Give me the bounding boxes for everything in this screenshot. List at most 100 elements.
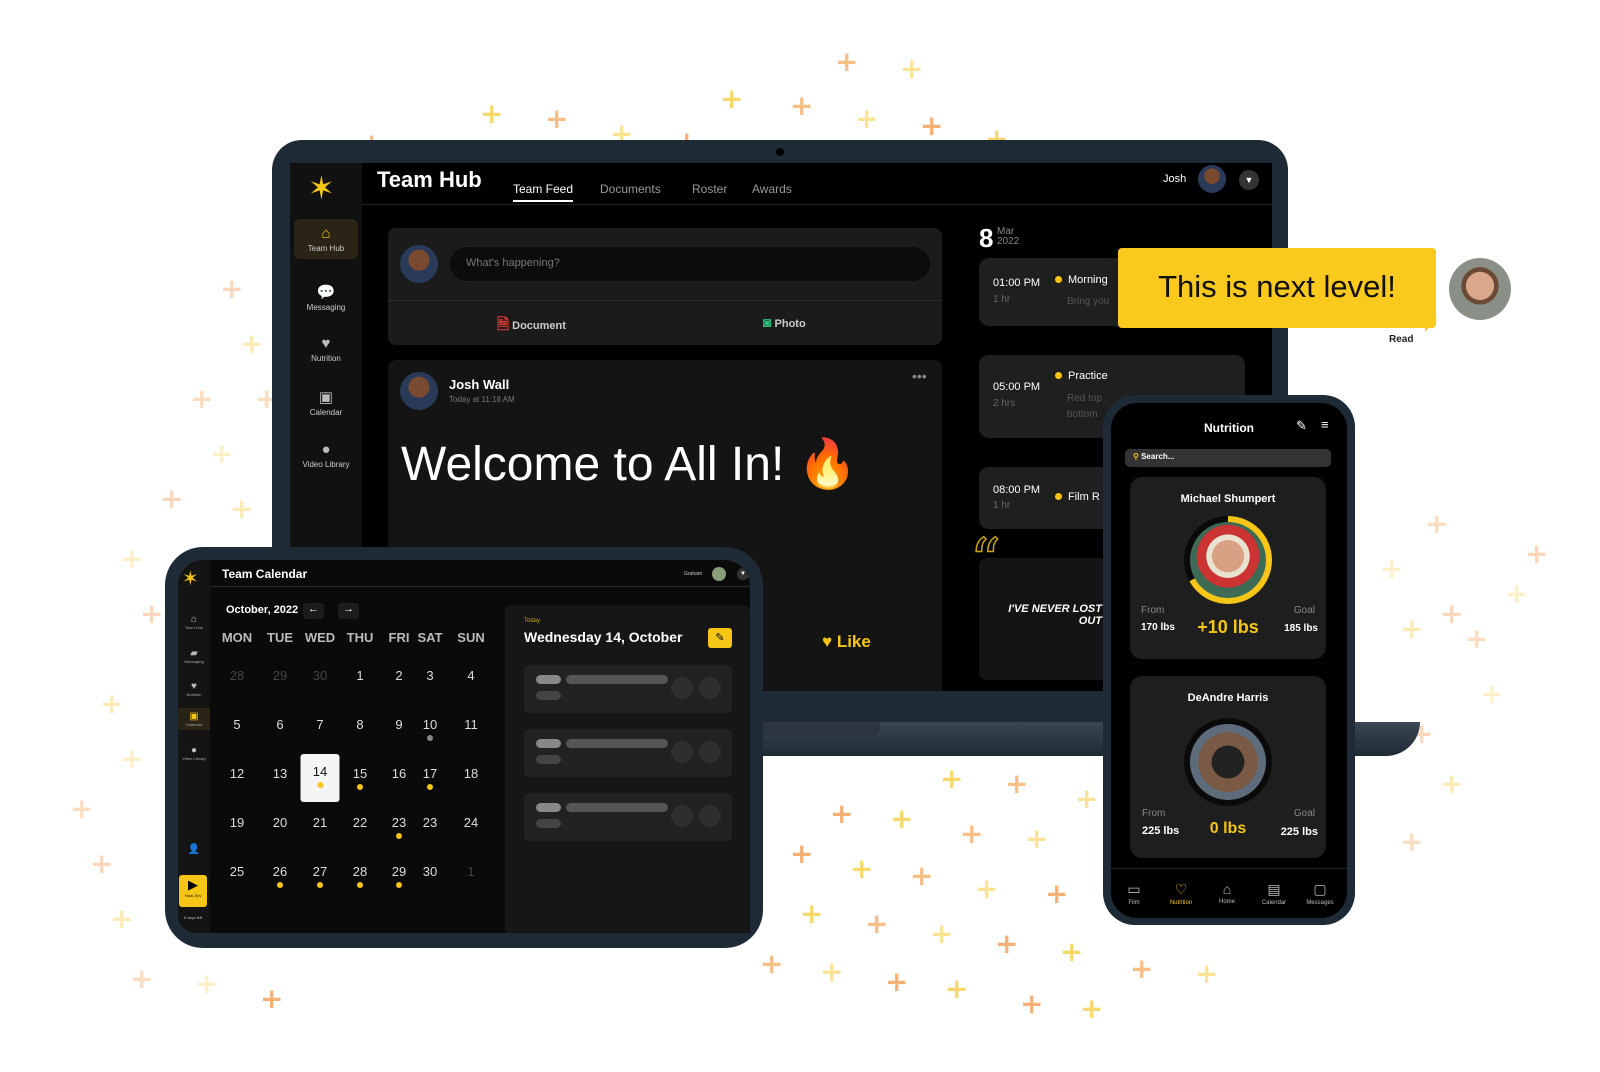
sidebar-item-messaging[interactable]: ▰ Messaging — [178, 648, 210, 664]
weekday-header: FRI — [388, 630, 410, 645]
user-name: Josh — [1163, 173, 1187, 185]
calendar-day[interactable]: 30 — [415, 864, 445, 879]
avatar[interactable] — [1198, 165, 1226, 193]
event-note: Bring you — [1067, 296, 1110, 307]
day-number: 18 — [463, 766, 479, 781]
nav-nutrition[interactable]: ♡ Nutrition — [1161, 881, 1201, 906]
heart-pulse-icon: ♥ — [321, 335, 331, 352]
calendar-day[interactable]: 5 — [222, 717, 252, 732]
calendar-day[interactable]: 6 — [265, 717, 295, 732]
event-dot — [357, 882, 363, 888]
post-author[interactable]: Josh Wall — [449, 377, 509, 392]
calendar-day[interactable]: 11 — [456, 717, 486, 732]
calendar-day[interactable]: 28 — [345, 864, 375, 888]
calendar-day[interactable]: 28 — [222, 668, 252, 683]
tablet-sidebar: ✶ ⌂ Team Hub ▰ Messaging ♥ Nutrition ▣ Calen… — [178, 560, 210, 933]
calendar-day[interactable]: 18 — [456, 766, 486, 781]
calendar-day[interactable]: 24 — [456, 815, 486, 830]
tab-roster[interactable]: Roster — [692, 182, 727, 196]
event-placeholder — [524, 665, 732, 713]
search-input[interactable]: ⚲ Search... — [1125, 449, 1331, 467]
prev-month-button[interactable]: ← — [303, 603, 324, 619]
next-month-button[interactable]: → — [338, 603, 359, 619]
sidebar-item-label: Team Hub — [307, 244, 345, 253]
calendar-day[interactable]: 21 — [305, 815, 335, 830]
calendar-day[interactable]: 30 — [305, 668, 335, 683]
calendar-day[interactable]: 14 — [300, 754, 340, 802]
testimonial-bubble: This is next level! — [1118, 248, 1436, 328]
sidebar-item-team-hub[interactable]: ⌂ Team Hub — [294, 219, 358, 259]
nav-home[interactable]: ⌂ Home — [1207, 881, 1247, 905]
athlete-card[interactable]: Michael Shumpert From 170 lbs +10 lbs Go… — [1130, 477, 1326, 659]
calendar-day[interactable]: 27 — [305, 864, 335, 888]
nav-calendar[interactable]: ▤ Calendar — [1254, 881, 1294, 906]
tab-team-feed[interactable]: Team Feed — [513, 182, 574, 202]
plus-decoration: + — [130, 962, 154, 995]
calendar-day[interactable]: 4 — [456, 668, 486, 683]
calendar-day[interactable]: 1 — [456, 864, 486, 879]
plus-decoration: + — [855, 102, 879, 135]
post-input[interactable]: What's happening? — [450, 247, 930, 281]
edit-button[interactable]: ✎ — [708, 628, 732, 648]
photo-button[interactable]: ◙ Photo — [763, 314, 806, 330]
calendar-day[interactable]: 10 — [415, 717, 445, 741]
calendar-day[interactable]: 8 — [345, 717, 375, 732]
calendar-day[interactable]: 26 — [265, 864, 295, 888]
sidebar-item-nutrition[interactable]: ♥ Nutrition — [178, 681, 210, 697]
calendar-day[interactable]: 19 — [222, 815, 252, 830]
calendar-day[interactable]: 12 — [222, 766, 252, 781]
calendar-day[interactable]: 9 — [384, 717, 414, 732]
home-icon: ⌂ — [1222, 881, 1232, 897]
add-user-button[interactable]: 👤 — [178, 844, 210, 855]
athlete-card[interactable]: DeAndre Harris From 225 lbs 0 lbs Goal 2… — [1130, 676, 1326, 858]
nav-messages[interactable]: ▢ Messages — [1300, 881, 1340, 906]
sidebar-item-calendar[interactable]: ▣ Calendar — [178, 708, 210, 730]
calendar-day[interactable]: 16 — [384, 766, 414, 781]
quote-text: I'VE NEVER LOST OUT — [1006, 603, 1102, 627]
quote-line: I'VE NEVER LOST — [1008, 603, 1102, 615]
calendar-day[interactable]: 25 — [222, 864, 252, 879]
day-number: 24 — [463, 815, 479, 830]
calendar-day[interactable]: 20 — [265, 815, 295, 830]
compose-icon[interactable]: ✎ — [1296, 418, 1307, 434]
user-dropdown-button[interactable]: ▼ — [737, 568, 749, 580]
nav-film[interactable]: ▭ Film — [1114, 881, 1154, 906]
user-dropdown-button[interactable]: ▼ — [1239, 170, 1259, 190]
plus-decoration: + — [160, 482, 184, 515]
calendar-day[interactable]: 23 — [384, 815, 414, 839]
day-number: 17 — [422, 766, 438, 781]
sidebar-item-video-library[interactable]: ● Video Library — [294, 441, 358, 469]
tablet-frame: ✶ ⌂ Team Hub ▰ Messaging ♥ Nutrition ▣ Calen… — [165, 547, 763, 948]
calendar-day[interactable]: 7 — [305, 717, 335, 732]
calendar-day[interactable]: 29 — [265, 668, 295, 683]
calendar-day[interactable]: 3 — [415, 668, 445, 683]
document-button[interactable]: 🗎 Document — [497, 314, 566, 339]
tab-awards[interactable]: Awards — [752, 182, 792, 196]
avatar[interactable] — [712, 567, 726, 581]
calendar-day[interactable]: 29 — [384, 864, 414, 888]
how-to-button[interactable]: ▶ How-To's — [179, 875, 207, 907]
menu-icon[interactable]: ≡ — [1321, 417, 1329, 432]
tab-documents[interactable]: Documents — [600, 182, 661, 196]
sidebar-item-nutrition[interactable]: ♥ Nutrition — [294, 335, 358, 363]
day-number: 9 — [395, 717, 403, 732]
calendar-day[interactable]: 22 — [345, 815, 375, 830]
play-icon: ▶ — [188, 877, 198, 892]
calendar-day[interactable]: 2 — [384, 668, 414, 683]
calendar-day[interactable]: 17 — [415, 766, 445, 790]
more-options-icon[interactable]: ••• — [912, 368, 927, 384]
sidebar-item-messaging[interactable]: 💬 Messaging — [294, 283, 358, 312]
calendar-day[interactable]: 15 — [345, 766, 375, 790]
plus-decoration: + — [1005, 767, 1029, 800]
sidebar-item-team-hub[interactable]: ⌂ Team Hub — [178, 614, 210, 630]
day-number: 23 — [422, 815, 438, 830]
calendar-day[interactable]: 13 — [265, 766, 295, 781]
sidebar-item-calendar[interactable]: ▣ Calendar — [294, 388, 358, 417]
author-avatar[interactable] — [400, 372, 438, 410]
sidebar-item-video-library[interactable]: ● Video Library — [178, 745, 210, 761]
calendar-day[interactable]: 1 — [345, 668, 375, 683]
calendar-day[interactable]: 23 — [415, 815, 445, 830]
add-user-icon: 👤 — [187, 844, 201, 855]
event-dot — [357, 784, 363, 790]
like-button[interactable]: ♥ Like — [822, 632, 871, 652]
